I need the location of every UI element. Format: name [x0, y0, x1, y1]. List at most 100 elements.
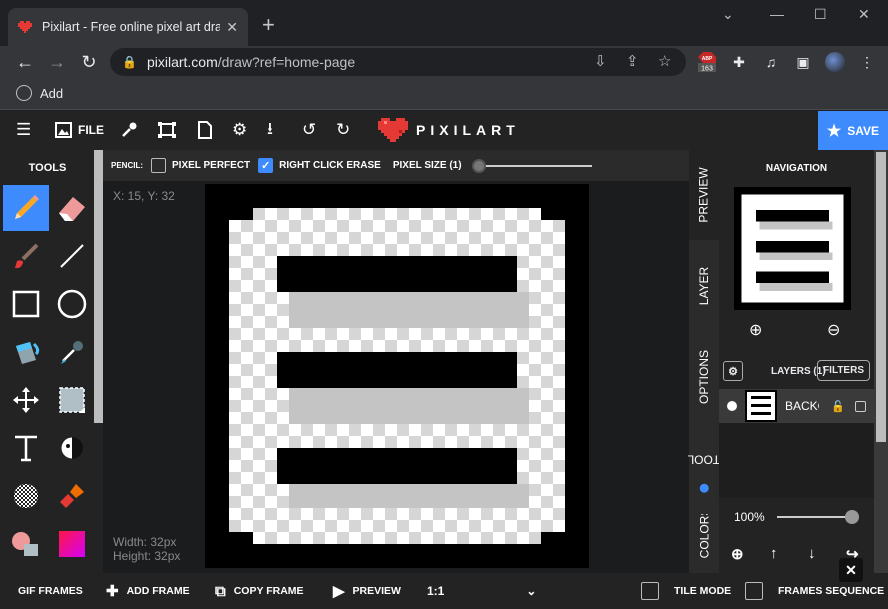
tools-scrollbar[interactable]: [94, 150, 103, 423]
brush-tool-icon[interactable]: [3, 233, 49, 279]
minimize-button[interactable]: —: [770, 6, 784, 22]
add-layer-icon[interactable]: ⊕: [731, 545, 744, 563]
move-tool-icon[interactable]: [3, 377, 49, 423]
layer-visibility-toggle[interactable]: [727, 401, 737, 411]
cursor-coordinates: X: 15, Y: 32: [113, 189, 175, 203]
pixel-canvas[interactable]: [205, 184, 589, 568]
settings-gears-icon[interactable]: ⚙: [232, 119, 247, 141]
share-icon[interactable]: ⇪: [626, 52, 639, 70]
navigation-preview[interactable]: [734, 187, 851, 310]
tab-options[interactable]: OPTIONS: [689, 332, 719, 422]
download-icon[interactable]: ⭳: [267, 119, 273, 141]
zoom-slider[interactable]: [776, 510, 861, 524]
move-layer-up-icon[interactable]: ↑: [770, 545, 778, 562]
logo-text: PIXILART: [416, 122, 520, 138]
chevron-down-icon[interactable]: ⌄: [722, 6, 734, 23]
layer-select-checkbox[interactable]: [855, 400, 866, 412]
color-picker-tool-icon[interactable]: [49, 329, 95, 375]
canvas-dimensions: Width: 32px Height: 32px: [113, 535, 180, 563]
close-icon[interactable]: ✕: [839, 558, 863, 582]
resize-canvas-icon[interactable]: [157, 119, 177, 141]
move-layer-down-icon[interactable]: ↓: [808, 545, 816, 562]
extension-abp-icon[interactable]: ABP 163: [696, 51, 718, 73]
globe-icon: [16, 85, 32, 101]
eyedropper-icon[interactable]: [120, 119, 138, 141]
zoom-value: 100%: [734, 510, 765, 524]
eraser-tool-icon[interactable]: [49, 185, 95, 231]
tab-layer[interactable]: LAYER: [689, 241, 719, 331]
tile-mode-checkbox[interactable]: [641, 582, 659, 600]
browser-toolbar: ← → ↻ 🔒 pixilart.com/draw?ref=home-page …: [0, 46, 888, 78]
right-panel-scrollbar[interactable]: [874, 150, 888, 573]
tab-close-icon[interactable]: ✕: [226, 19, 238, 36]
active-tool-dot: [699, 483, 709, 493]
file-menu-button[interactable]: FILE: [55, 119, 104, 141]
copy-frame-button[interactable]: ⧉ COPY FRAME: [215, 573, 304, 609]
layers-list-empty: [719, 423, 874, 498]
profile-avatar[interactable]: [824, 51, 846, 73]
tab-preview[interactable]: PREVIEW: [689, 150, 719, 240]
star-icon: ★: [826, 122, 842, 140]
layer-thumbnail: [745, 390, 777, 422]
zoom-in-icon[interactable]: ⊕: [749, 320, 762, 340]
layer-item[interactable]: BACKGROUND 🔓: [719, 389, 874, 423]
rectangle-tool-icon[interactable]: [3, 281, 49, 327]
new-tab-button[interactable]: +: [262, 12, 275, 38]
install-app-icon[interactable]: ⇩: [594, 52, 607, 70]
preview-button[interactable]: ▶ PREVIEW: [333, 573, 401, 609]
ratio-select[interactable]: 1:1 ⌄: [427, 573, 536, 609]
close-window-button[interactable]: ✕: [858, 6, 870, 23]
hamburger-menu-icon[interactable]: ☰: [16, 119, 31, 141]
layer-lock-icon[interactable]: 🔓: [831, 400, 845, 413]
filters-button[interactable]: FILTERS: [817, 360, 870, 381]
bookmark-star-icon[interactable]: ☆: [658, 52, 671, 70]
redo-icon[interactable]: ↻: [336, 119, 350, 141]
browser-tab[interactable]: Pixilart - Free online pixel art drawing…: [8, 8, 248, 46]
tab-tool[interactable]: TOOL: [688, 423, 720, 513]
select-tool-icon[interactable]: [49, 377, 95, 423]
tile-mode-toggle[interactable]: TILE MODE: [641, 573, 731, 609]
add-frame-button[interactable]: ✚ ADD FRAME: [106, 573, 190, 609]
frames-sequence-toggle[interactable]: FRAMES SEQUENCE: [745, 573, 884, 609]
back-button[interactable]: ←: [14, 51, 36, 73]
new-document-icon[interactable]: [197, 119, 213, 141]
canvas-area[interactable]: X: 15, Y: 32 Width: 32px Height: 32px: [103, 181, 689, 573]
pixel-perfect-label: PIXEL PERFECT: [172, 160, 251, 171]
forward-button[interactable]: →: [46, 51, 68, 73]
plus-icon: ✚: [106, 583, 119, 600]
fill-bucket-tool-icon[interactable]: [3, 329, 49, 375]
pixel-size-slider[interactable]: [471, 158, 592, 173]
pixel-perfect-checkbox[interactable]: [151, 158, 166, 173]
url-path: /draw?ref=home-page: [217, 54, 356, 70]
gif-frames-button[interactable]: GIF FRAMES: [18, 573, 83, 609]
side-panel-icon[interactable]: ▣: [792, 51, 814, 73]
browser-menu-icon[interactable]: ⋮: [856, 51, 878, 73]
line-tool-icon[interactable]: [49, 233, 95, 279]
lighten-darken-tool-icon[interactable]: [49, 425, 95, 471]
zoom-out-icon[interactable]: ⊖: [827, 320, 840, 340]
pixilart-logo[interactable]: PIXILART: [378, 118, 520, 142]
reload-button[interactable]: ↻: [78, 51, 100, 73]
right-click-erase-checkbox[interactable]: ✓: [258, 158, 274, 173]
layer-settings-gear-icon[interactable]: ⚙: [723, 361, 743, 381]
tool-options-bar: PENCIL: PIXEL PERFECT ✓ RIGHT CLICK ERAS…: [103, 150, 689, 181]
pencil-tool-icon[interactable]: [3, 185, 49, 231]
right-panel: NAVIGATION ⊕ ⊖ ⚙ LAYERS (1) FILTERS BACK…: [719, 150, 874, 573]
tab-colors[interactable]: COLORS: [689, 514, 719, 573]
frames-sequence-checkbox[interactable]: [745, 582, 763, 600]
right-click-erase-label: RIGHT CLICK ERASE: [279, 160, 381, 171]
maximize-button[interactable]: ☐: [814, 6, 827, 23]
text-tool-icon[interactable]: [3, 425, 49, 471]
media-control-icon[interactable]: ♫: [760, 51, 782, 73]
lock-icon: 🔒: [122, 55, 137, 69]
bookmark-add[interactable]: Add: [16, 85, 63, 101]
dither-tool-icon[interactable]: [3, 473, 49, 519]
circle-tool-icon[interactable]: [49, 281, 95, 327]
shape-tool-icon[interactable]: [3, 521, 49, 567]
undo-icon[interactable]: ↺: [302, 119, 316, 141]
puzzle-extensions-icon[interactable]: ✚: [728, 51, 750, 73]
tab-title: Pixilart - Free online pixel art drawing: [42, 20, 221, 34]
save-button[interactable]: ★ SAVE: [818, 111, 888, 150]
gradient-tool-icon[interactable]: [49, 521, 95, 567]
stamp-tool-icon[interactable]: [49, 473, 95, 519]
